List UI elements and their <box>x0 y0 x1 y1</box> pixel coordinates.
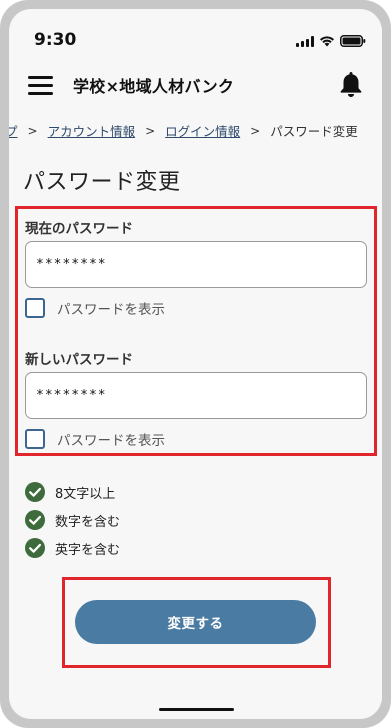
password-rule: 英字を含む <box>25 538 120 558</box>
bell-icon[interactable] <box>338 70 364 98</box>
breadcrumb-item-account[interactable]: アカウント情報 <box>48 121 136 140</box>
screen: 9:30 学校×地域人材バンク プ > アカウント情報 > ログイン情報 > パ… <box>9 9 382 719</box>
breadcrumb-separator: > <box>27 123 38 138</box>
phone-frame: 9:30 学校×地域人材バンク プ > アカウント情報 > ログイン情報 > パ… <box>0 0 391 728</box>
change-password-button[interactable]: 変更する <box>75 600 316 644</box>
breadcrumb-item-home[interactable]: プ <box>9 121 18 140</box>
signal-icon <box>296 35 314 47</box>
password-rule-text: 8文字以上 <box>55 486 116 502</box>
password-rule-text: 英字を含む <box>55 542 121 558</box>
check-circle-icon <box>25 538 45 558</box>
current-password-label: 現在のパスワード <box>25 221 133 237</box>
new-password-label: 新しいパスワード <box>25 352 133 368</box>
password-rule-text: 数字を含む <box>55 514 121 530</box>
password-rule: 8文字以上 <box>25 482 115 502</box>
check-circle-icon <box>25 482 45 502</box>
show-new-password-label: パスワードを表示 <box>57 433 165 449</box>
battery-icon <box>340 35 366 47</box>
hamburger-menu-icon[interactable] <box>28 76 53 96</box>
show-current-password-checkbox[interactable] <box>25 298 45 318</box>
check-circle-icon <box>25 510 45 530</box>
password-rule: 数字を含む <box>25 510 120 530</box>
page-title: パスワード変更 <box>23 170 181 195</box>
status-icons <box>296 35 366 47</box>
home-indicator <box>159 708 234 711</box>
breadcrumb: プ > アカウント情報 > ログイン情報 > パスワード変更 <box>9 121 358 140</box>
show-new-password-checkbox[interactable] <box>25 429 45 449</box>
status-time: 9:30 <box>34 30 77 50</box>
breadcrumb-item-current: パスワード変更 <box>270 124 358 139</box>
breadcrumb-item-login[interactable]: ログイン情報 <box>165 121 240 140</box>
breadcrumb-separator: > <box>145 123 156 138</box>
show-current-password-toggle[interactable]: パスワードを表示 <box>25 298 165 318</box>
show-new-password-toggle[interactable]: パスワードを表示 <box>25 429 165 449</box>
current-password-input[interactable]: ******** <box>25 241 367 288</box>
show-current-password-label: パスワードを表示 <box>57 302 165 318</box>
app-title: 学校×地域人材バンク <box>73 77 235 96</box>
new-password-input[interactable]: ******** <box>25 372 367 419</box>
wifi-icon <box>320 36 334 47</box>
breadcrumb-separator: > <box>250 123 261 138</box>
